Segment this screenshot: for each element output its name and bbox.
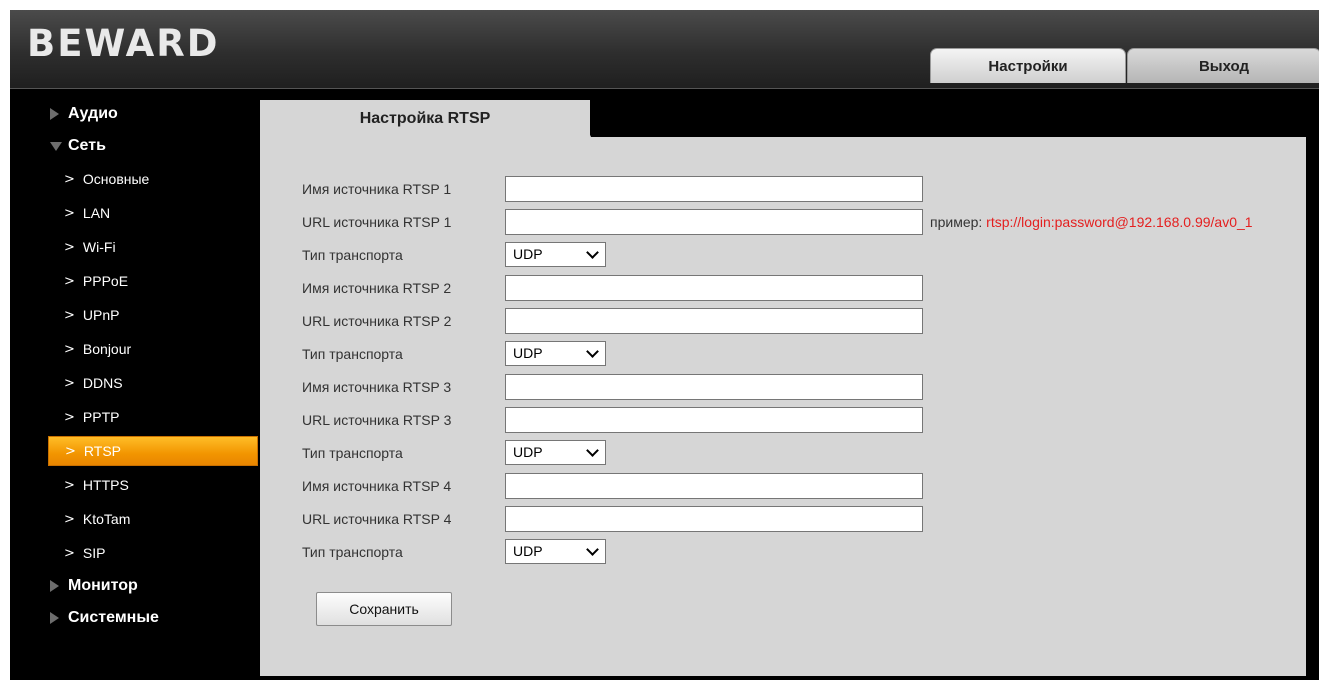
header-bar: BEWARD Настройки Выход [10,10,1319,89]
sidebar-item-rtsp[interactable]: > RTSP [48,436,258,466]
rtsp4-url-input[interactable] [505,506,923,532]
sidebar-item-label: RTSP [83,443,121,459]
panel-tab-corner [574,100,591,137]
select-value: UDP [513,246,543,262]
brand-logo: BEWARD [27,22,220,65]
sidebar-item-basic[interactable]: > Основные [48,162,258,196]
chevron-right-icon: > [64,511,75,527]
chevron-down-icon [586,543,599,556]
sidebar-item-label: Основные [82,171,150,187]
select-value: UDP [513,345,543,361]
rtsp3-url-input[interactable] [505,407,923,433]
rtsp4-name-input[interactable] [505,473,923,499]
sidebar-item-label: UPnP [82,307,120,323]
hint-prefix: пример: [930,214,987,230]
sidebar-group-label: Системные [68,609,159,626]
sidebar-item-lan[interactable]: > LAN [48,196,258,230]
select-value: UDP [513,543,543,559]
sidebar-group-audio[interactable]: Аудио [10,98,260,130]
tab-exit[interactable]: Выход [1127,48,1319,83]
field-label: Тип транспорта [302,346,403,362]
chevron-down-icon [586,246,599,259]
tab-settings[interactable]: Настройки [930,48,1126,83]
field-label: Имя источника RTSP 4 [302,478,452,494]
sidebar-item-ktotam[interactable]: > KtoTam [48,502,258,536]
chevron-right-icon: > [64,375,75,391]
field-label: Тип транспорта [302,445,403,461]
field-label: URL источника RTSP 1 [302,214,452,230]
sidebar-group-label: Монитор [68,577,138,594]
sidebar-item-pptp[interactable]: > PPTP [48,400,258,434]
sidebar-item-wifi[interactable]: > Wi-Fi [48,230,258,264]
sidebar-item-label: PPTP [82,409,120,425]
chevron-right-icon: > [64,205,75,221]
chevron-right-icon: > [64,545,75,561]
rtsp1-transport-select[interactable]: UDP [505,242,606,267]
hint-url: rtsp://login:password@192.168.0.99/av0_1 [986,214,1253,230]
rtsp2-name-input[interactable] [505,275,923,301]
sidebar-item-label: SIP [82,545,106,561]
sidebar-item-pppoe[interactable]: > PPPoE [48,264,258,298]
panel-tab-rtsp: Настройка RTSP [260,100,590,137]
sidebar-item-label: KtoTam [82,511,131,527]
caret-right-icon [50,108,59,120]
chevron-right-icon: > [64,307,75,323]
chevron-down-icon [586,444,599,457]
field-label: Имя источника RTSP 1 [302,181,452,197]
field-label: Имя источника RTSP 2 [302,280,452,296]
field-label: URL источника RTSP 2 [302,313,452,329]
sidebar-item-label: PPPoE [82,273,129,289]
app-window: BEWARD Настройки Выход Аудио Сеть > Основ… [10,10,1319,680]
sidebar-item-label: Wi-Fi [82,239,116,255]
sidebar-group-label: Аудио [68,105,118,122]
chevron-right-icon: > [64,409,75,425]
sidebar: Аудио Сеть > Основные > LAN > Wi-Fi > PPPoE … [10,98,260,634]
rtsp2-url-input[interactable] [505,308,923,334]
field-label: Тип транспорта [302,544,403,560]
sidebar-group-label: Сеть [68,137,106,154]
sidebar-item-https[interactable]: > HTTPS [48,468,258,502]
chevron-right-icon: > [64,477,75,493]
save-button[interactable]: Сохранить [316,592,452,626]
chevron-right-icon: > [64,171,75,187]
url-example-hint: пример: rtsp://login:password@192.168.0.… [930,209,1253,235]
sidebar-item-label: DDNS [82,375,123,391]
select-value: UDP [513,444,543,460]
chevron-right-icon: > [64,341,75,357]
sidebar-item-upnp[interactable]: > UPnP [48,298,258,332]
caret-down-icon [50,142,62,151]
field-label: Тип транспорта [302,247,403,263]
rtsp1-url-input[interactable] [505,209,923,235]
rtsp2-transport-select[interactable]: UDP [505,341,606,366]
sidebar-group-network[interactable]: Сеть [10,130,260,162]
rtsp1-name-input[interactable] [505,176,923,202]
sidebar-item-bonjour[interactable]: > Bonjour [48,332,258,366]
chevron-right-icon: > [65,443,76,459]
sidebar-item-ddns[interactable]: > DDNS [48,366,258,400]
sidebar-group-monitor[interactable]: Монитор [10,570,260,602]
field-label: URL источника RTSP 4 [302,511,452,527]
chevron-right-icon: > [64,273,75,289]
sidebar-group-system[interactable]: Системные [10,602,260,634]
caret-right-icon [50,612,59,624]
field-label: Имя источника RTSP 3 [302,379,452,395]
sidebar-item-label: LAN [82,205,111,221]
chevron-right-icon: > [64,239,75,255]
sidebar-item-label: Bonjour [82,341,132,357]
rtsp-settings-panel: Имя источника RTSP 1 URL источника RTSP … [260,137,1306,676]
rtsp4-transport-select[interactable]: UDP [505,539,606,564]
chevron-down-icon [586,345,599,358]
field-label: URL источника RTSP 3 [302,412,452,428]
caret-right-icon [50,580,59,592]
rtsp3-name-input[interactable] [505,374,923,400]
sidebar-item-sip[interactable]: > SIP [48,536,258,570]
rtsp3-transport-select[interactable]: UDP [505,440,606,465]
sidebar-item-label: HTTPS [82,477,129,493]
